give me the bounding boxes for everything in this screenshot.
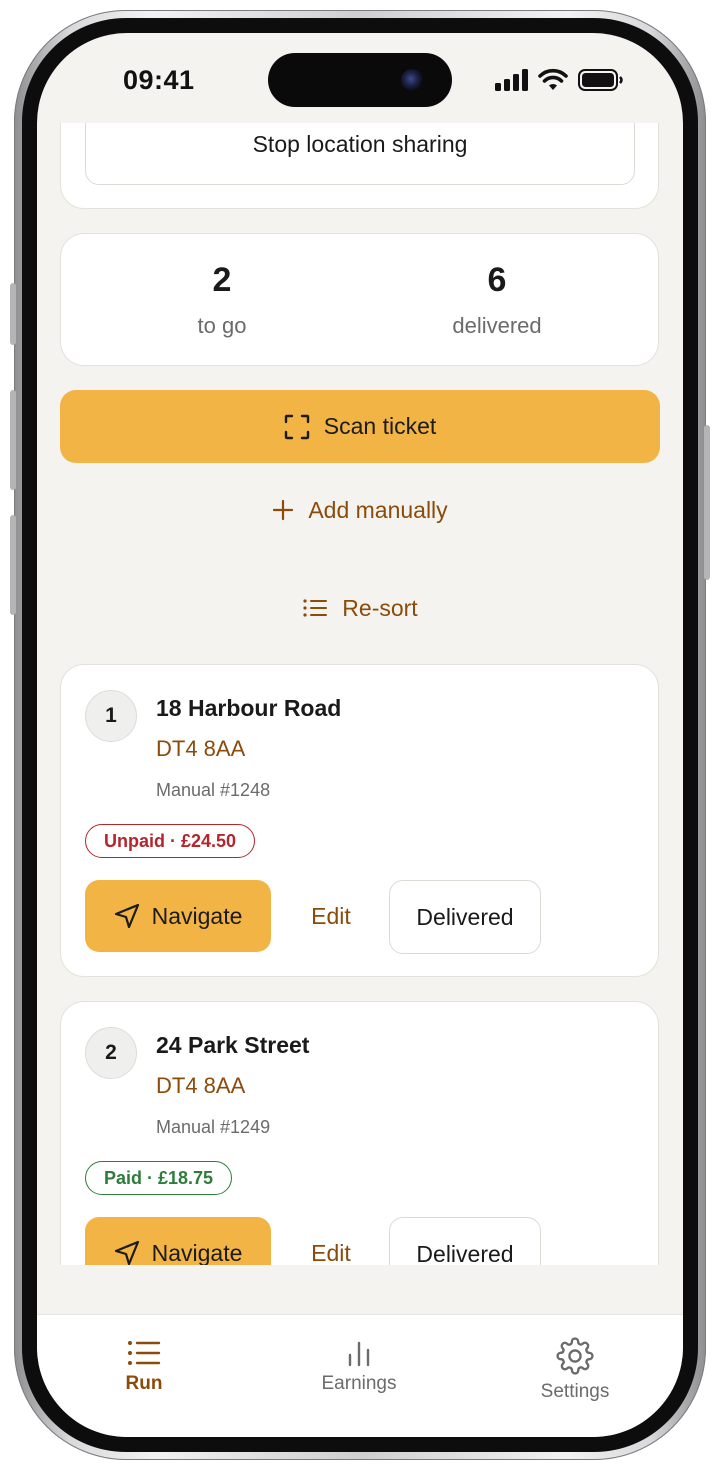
navigation-arrow-icon bbox=[114, 903, 139, 929]
scan-ticket-label: Scan ticket bbox=[323, 413, 437, 439]
screen: 09:41 Stop location sharing 2 to go 6 de… bbox=[37, 33, 683, 1437]
tab-earnings[interactable]: Earnings bbox=[299, 1339, 419, 1395]
payment-status-badge: Paid · £18.75 bbox=[85, 1161, 233, 1195]
bar-chart-icon bbox=[348, 1341, 370, 1367]
stop-number: 2 bbox=[85, 1027, 137, 1079]
stop-postcode: DT4 8AA bbox=[156, 1073, 246, 1098]
battery-icon bbox=[578, 69, 623, 91]
tab-run[interactable]: Run bbox=[94, 1339, 194, 1395]
delivered-label: delivered bbox=[452, 313, 542, 338]
tab-earnings-label: Earnings bbox=[321, 1373, 397, 1394]
power-button bbox=[704, 425, 710, 580]
stop-address: 18 Harbour Road bbox=[156, 695, 342, 721]
signal-icon bbox=[495, 69, 528, 91]
resort-button[interactable]: Re-sort bbox=[260, 581, 460, 635]
content-scroll[interactable]: Stop location sharing 2 to go 6 delivere… bbox=[37, 123, 683, 1265]
edit-button[interactable]: Edit bbox=[287, 1217, 375, 1266]
to-go-label: to go bbox=[197, 313, 247, 338]
delivered-button[interactable]: Delivered bbox=[389, 880, 541, 954]
wifi-icon bbox=[538, 68, 568, 90]
plus-icon bbox=[273, 499, 294, 521]
delivered-count: 6 bbox=[487, 261, 507, 299]
stop-card[interactable]: 1 18 Harbour Road DT4 8AA Manual #1248 U… bbox=[60, 664, 659, 977]
to-go-count: 2 bbox=[212, 261, 232, 299]
status-time: 09:41 bbox=[123, 65, 195, 95]
stop-reference: Manual #1248 bbox=[156, 780, 271, 800]
tab-run-label: Run bbox=[125, 1373, 163, 1394]
navigate-button[interactable]: Navigate bbox=[85, 880, 271, 952]
add-manually-button[interactable]: Add manually bbox=[210, 483, 510, 537]
action-button bbox=[10, 283, 16, 345]
list-sort-icon bbox=[303, 599, 328, 617]
list-icon bbox=[128, 1341, 161, 1365]
stop-card[interactable]: 2 24 Park Street DT4 8AA Manual #1249 Pa… bbox=[60, 1001, 659, 1265]
stop-number: 1 bbox=[85, 690, 137, 742]
edit-button[interactable]: Edit bbox=[287, 880, 375, 952]
tab-settings[interactable]: Settings bbox=[515, 1337, 635, 1403]
add-manually-label: Add manually bbox=[308, 496, 448, 523]
navigate-label: Navigate bbox=[151, 902, 243, 929]
dynamic-island bbox=[268, 53, 452, 107]
navigate-button[interactable]: Navigate bbox=[85, 1217, 271, 1265]
camera-icon bbox=[401, 69, 423, 91]
scan-ticket-button[interactable]: Scan ticket bbox=[60, 390, 660, 463]
volume-up-button bbox=[10, 390, 16, 490]
stop-location-sharing-button[interactable]: Stop location sharing bbox=[85, 123, 635, 185]
stop-reference: Manual #1249 bbox=[156, 1117, 271, 1137]
resort-label: Re-sort bbox=[342, 594, 418, 621]
gear-icon bbox=[556, 1337, 594, 1375]
scan-icon bbox=[284, 414, 309, 439]
payment-status-badge: Unpaid · £24.50 bbox=[85, 824, 256, 858]
tab-settings-label: Settings bbox=[540, 1381, 610, 1402]
navigation-arrow-icon bbox=[114, 1240, 139, 1265]
navigate-label: Navigate bbox=[151, 1239, 243, 1266]
stop-postcode: DT4 8AA bbox=[156, 736, 246, 761]
stop-address: 24 Park Street bbox=[156, 1032, 310, 1058]
volume-down-button bbox=[10, 515, 16, 615]
delivered-button[interactable]: Delivered bbox=[389, 1217, 541, 1265]
tab-bar: Run Earnings Settings bbox=[37, 1314, 683, 1437]
